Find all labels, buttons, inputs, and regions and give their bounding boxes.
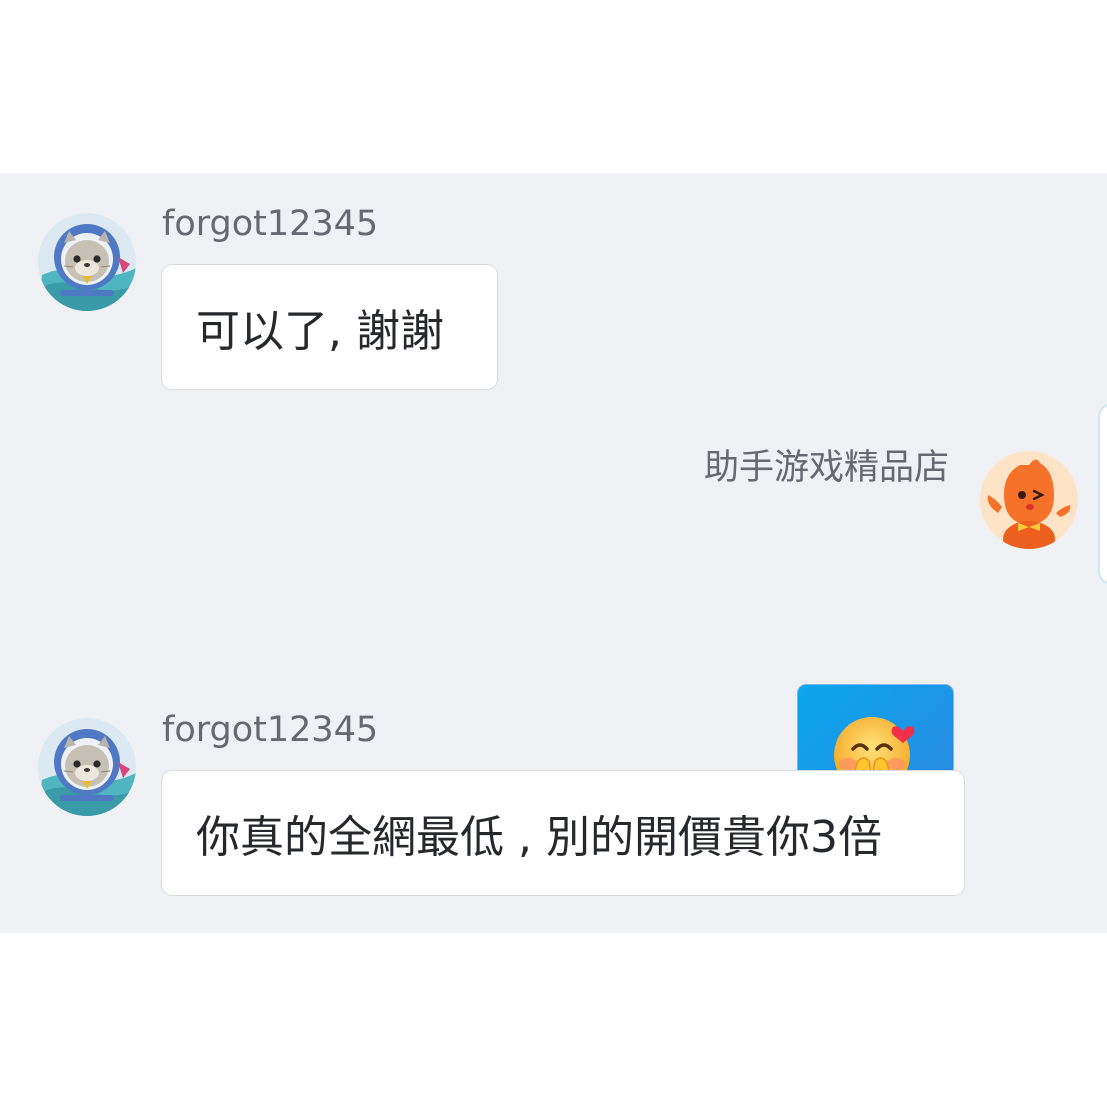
seal-astronaut-icon — [38, 213, 136, 311]
offscreen-message-bubble — [1098, 403, 1107, 585]
sender-name: forgot12345 — [162, 710, 379, 750]
message-bubble[interactable]: 可以了, 謝謝 — [161, 264, 498, 390]
seal-astronaut-avatar[interactable] — [38, 213, 136, 311]
orange-mascot-avatar[interactable] — [980, 451, 1078, 549]
orange-mascot-icon — [980, 451, 1078, 549]
message-bubble[interactable]: 你真的全網最低 , 別的開價貴你3倍 — [161, 770, 965, 896]
message-text: 可以了, 謝謝 — [196, 306, 444, 357]
sender-name: 助手游戏精品店 — [704, 448, 950, 488]
sender-name: forgot12345 — [162, 204, 379, 244]
chat-area[interactable]: forgot12345 可以了, 謝謝 助手游戏精品店 forgot12345 … — [0, 173, 1107, 933]
seal-astronaut-icon — [38, 718, 136, 816]
seal-astronaut-avatar[interactable] — [38, 718, 136, 816]
message-text: 你真的全網最低 , 別的開價貴你3倍 — [196, 812, 882, 863]
